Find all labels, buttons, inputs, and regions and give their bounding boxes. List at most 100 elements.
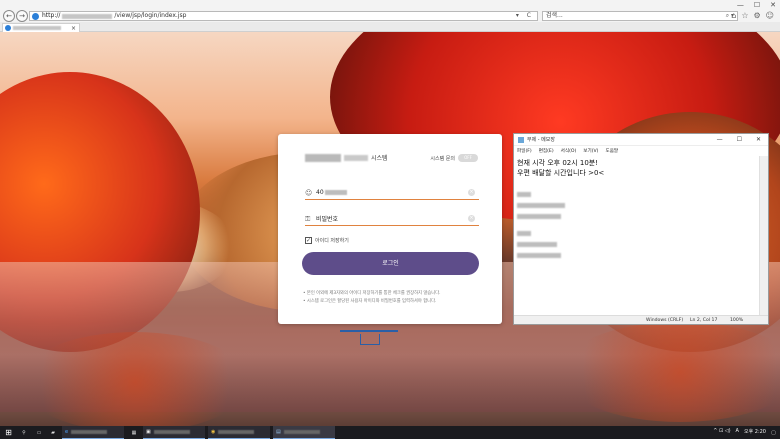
browser-chrome: — ☐ ✕ ← → http:// /view/jsp/login/index.… — [0, 0, 780, 22]
tray-icons[interactable]: ^ ⊡ ◁) — [713, 428, 730, 435]
forward-button[interactable]: → — [16, 10, 28, 22]
system-toggle-label: 시스템 문의 — [430, 155, 455, 162]
id-value: 40 — [316, 189, 324, 196]
system-tray: ^ ⊡ ◁) A 오후 2:20 — [713, 428, 766, 435]
ie-icon — [5, 25, 11, 31]
redacted-line — [517, 242, 557, 247]
redacted-title — [218, 430, 255, 434]
back-button[interactable]: ← — [3, 10, 15, 22]
notepad-titlebar[interactable]: 무제 - 메모장 — ☐ ✕ — [514, 134, 768, 146]
menu-file[interactable]: 파일(F) — [517, 148, 532, 154]
login-panel: 시스템 시스템 문의 OFF ☺ 40 × ⚿ 비밀번호 × ✓ 아이디 저장하… — [278, 134, 502, 324]
favorites-icon[interactable]: ☆ — [741, 11, 748, 20]
menu-format[interactable]: 서식(O) — [561, 148, 577, 154]
note-line: • 시스템 로그인은 할당된 사용자 아이디와 비밀번호를 입력하셔야 합니다. — [303, 299, 437, 304]
tab-bar: × — [0, 22, 780, 32]
toolbar-icons: ⌂ ☆ ⚙ ☺ — [731, 11, 774, 20]
password-field[interactable]: ⚿ 비밀번호 × — [305, 212, 479, 226]
remember-label: 아이디 저장하기 — [315, 238, 349, 244]
refresh-icon[interactable]: ▾ C — [516, 12, 534, 20]
status-zoom: 100% — [730, 318, 744, 323]
taskbar-app-notepad[interactable]: ▤ — [273, 426, 335, 439]
search-placeholder: 검색... — [546, 12, 563, 19]
system-inquiry: 시스템 문의 OFF — [430, 154, 478, 162]
maximize-icon[interactable]: ☐ — [754, 1, 760, 9]
redacted-title — [283, 430, 320, 434]
vertical-scrollbar[interactable] — [759, 156, 768, 317]
taskbar-app-1[interactable]: ▣ — [143, 426, 205, 439]
redacted-line — [517, 214, 561, 219]
task-view-icon[interactable]: ▭ — [33, 426, 45, 439]
clear-icon[interactable]: × — [468, 189, 475, 196]
notepad-window-controls: — ☐ ✕ — [717, 136, 768, 143]
redacted-line — [517, 192, 531, 197]
search-input[interactable]: 검색... ⌕ ▾ — [542, 11, 738, 21]
menu-view[interactable]: 보기(V) — [583, 148, 598, 154]
home-icon[interactable]: ⌂ — [731, 11, 736, 20]
notepad-title: 무제 - 메모장 — [527, 137, 555, 143]
login-button[interactable]: 로그인 — [302, 252, 479, 275]
redacted-line — [517, 253, 561, 258]
address-prefix: http:// — [42, 12, 61, 19]
ime-indicator[interactable]: A — [736, 428, 739, 435]
minimize-icon[interactable]: — — [717, 136, 723, 143]
redacted-logo — [305, 153, 341, 162]
notepad-icon: ▤ — [276, 429, 281, 435]
close-icon[interactable]: ✕ — [770, 1, 776, 9]
smiley-icon[interactable]: ☺ — [766, 11, 774, 20]
redacted-line — [517, 231, 531, 236]
maximize-icon[interactable]: ☐ — [737, 136, 742, 143]
bridge — [340, 330, 398, 345]
system-label: 시스템 — [371, 155, 388, 162]
reflection-left — [20, 332, 250, 426]
minimize-icon[interactable]: — — [737, 1, 744, 9]
settings-icon[interactable]: ⚙ — [753, 11, 760, 20]
menu-help[interactable]: 도움말 — [605, 148, 618, 154]
notepad-window: 무제 - 메모장 — ☐ ✕ 파일(F) 편집(E) 서식(O) 보기(V) 도… — [513, 133, 769, 325]
status-encoding: Windows (CRLF) — [646, 318, 684, 323]
clock[interactable]: 오후 2:20 — [744, 428, 766, 435]
text-line: 현재 시각 오후 02시 10분! — [517, 159, 599, 167]
tab-login[interactable]: × — [2, 23, 80, 32]
note-line: • 본인 이외에 제3자와의 아이디 저장하기를 통한 체크를 권장하지 않습니… — [303, 291, 441, 296]
address-path: /view/jsp/login/index.jsp — [114, 12, 187, 19]
status-position: Ln 2, Col 17 — [690, 318, 718, 323]
system-toggle[interactable]: OFF — [458, 154, 478, 162]
remember-checkbox[interactable]: ✓ — [305, 237, 312, 244]
search-icon[interactable]: ⚲ — [18, 426, 30, 439]
redacted-title — [153, 430, 190, 434]
address-bar[interactable]: http:// /view/jsp/login/index.jsp ▾ C — [29, 11, 538, 21]
chrome-icon: ◉ — [211, 429, 216, 435]
taskbar-app-chrome[interactable]: ◉ — [208, 426, 270, 439]
redacted-block — [517, 192, 757, 219]
close-icon[interactable]: ✕ — [756, 136, 761, 143]
redacted-tab-title — [13, 26, 61, 30]
ie-icon: e — [65, 429, 69, 435]
redacted-title — [71, 430, 108, 434]
tab-close-icon[interactable]: × — [71, 25, 76, 32]
redacted-id — [324, 190, 347, 195]
folder-icon[interactable]: ▰ — [47, 426, 59, 439]
user-icon: ☺ — [305, 188, 313, 197]
text-line: 우편 배달할 시간입니다 >0< — [517, 169, 605, 177]
lock-icon: ⚿ — [305, 214, 311, 223]
remember-id[interactable]: ✓ 아이디 저장하기 — [305, 237, 349, 244]
calendar-icon[interactable]: ▦ — [128, 426, 140, 439]
notepad-menubar: 파일(F) 편집(E) 서식(O) 보기(V) 도움말 — [514, 146, 768, 156]
window-controls: — ☐ ✕ — [737, 1, 776, 9]
password-placeholder: 비밀번호 — [316, 216, 339, 223]
system-logo: 시스템 — [305, 153, 388, 162]
redacted-block — [517, 231, 757, 258]
app-icon: ▣ — [146, 429, 151, 435]
notification-icon[interactable]: ▢ — [769, 426, 778, 439]
login-notes: • 본인 이외에 제3자와의 아이디 저장하기를 통한 체크를 권장하지 않습니… — [303, 290, 483, 306]
clear-icon[interactable]: × — [468, 215, 475, 222]
windows-start-icon[interactable]: ⊞ — [2, 426, 15, 439]
menu-edit[interactable]: 편집(E) — [539, 148, 554, 154]
taskbar-app-ie[interactable]: e — [62, 426, 124, 439]
taskbar: ⊞ ⚲ ▭ ▰ e ▦ ▣ ◉ ▤ ^ ⊡ ◁) A 오후 2:20 ▢ — [0, 426, 780, 439]
notepad-text-area[interactable]: 현재 시각 오후 02시 10분! 우편 배달할 시간입니다 >0< — [514, 156, 760, 317]
id-field[interactable]: ☺ 40 × — [305, 186, 479, 200]
redacted-host — [62, 13, 113, 19]
notepad-statusbar: Windows (CRLF) Ln 2, Col 17 100% — [514, 315, 768, 324]
